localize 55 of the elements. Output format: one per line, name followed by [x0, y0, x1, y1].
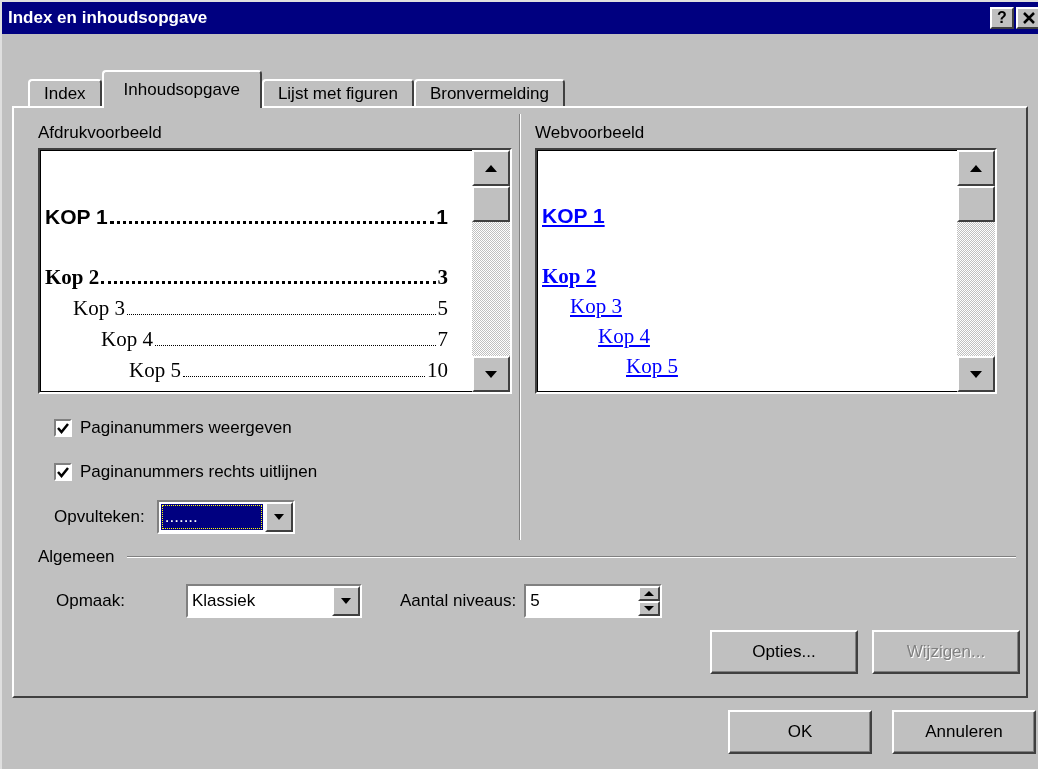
toc-entry: Kop 2: [45, 264, 100, 291]
scroll-down-button[interactable]: [472, 356, 510, 392]
toc-entry: Kop 3: [73, 295, 125, 322]
toc-link[interactable]: KOP 1: [542, 204, 605, 227]
format-dropdown[interactable]: Klassiek: [186, 583, 362, 618]
up-arrow-icon: [485, 164, 497, 172]
scroll-up-button[interactable]: [472, 150, 510, 186]
tab[interactable]: Index: [28, 79, 102, 107]
dropdown-arrow-icon: [273, 514, 284, 520]
page-number: 10: [427, 357, 448, 384]
scrollbar[interactable]: [957, 150, 995, 392]
toc-link[interactable]: Kop 3: [570, 294, 622, 318]
down-arrow-icon: [485, 370, 497, 378]
scroll-up-button[interactable]: [957, 150, 995, 186]
format-label: Opmaak:: [56, 589, 126, 612]
page-number: 1: [436, 204, 448, 230]
ok-button[interactable]: OK: [728, 710, 872, 754]
options-button[interactable]: Opties...: [710, 629, 858, 674]
toc-entry: KOP 1: [45, 204, 108, 230]
close-icon: [1023, 12, 1035, 24]
toc-link[interactable]: Kop 5: [626, 354, 678, 378]
toc-entry: Kop 5: [129, 357, 181, 384]
up-arrow-icon: [644, 590, 655, 596]
leader-label: Opvulteken:: [54, 506, 145, 529]
checkbox[interactable]: [54, 419, 72, 437]
checkbox-label[interactable]: Paginanummers weergeven: [80, 415, 292, 441]
cancel-button[interactable]: Annuleren: [892, 710, 1036, 754]
help-button[interactable]: ?: [990, 7, 1014, 29]
down-arrow-icon: [644, 605, 655, 611]
group-label: Algemeen: [38, 546, 115, 568]
leader-dropdown[interactable]: .......: [156, 500, 295, 534]
dropdown-arrow-icon: [341, 597, 351, 604]
window-title: Index en inhoudsopgave: [8, 7, 209, 30]
up-arrow-icon: [970, 164, 982, 172]
close-button[interactable]: [1016, 7, 1038, 29]
scrollbar[interactable]: [472, 150, 510, 392]
toc-link[interactable]: Kop 2: [542, 264, 597, 288]
scroll-down-button[interactable]: [957, 356, 995, 392]
tab[interactable]: Bronvermelding: [413, 79, 565, 107]
scroll-thumb[interactable]: [472, 186, 510, 222]
scroll-thumb[interactable]: [957, 186, 995, 222]
toc-entry: Kop 4: [101, 326, 153, 353]
tab[interactable]: Inhoudsopgave: [101, 70, 262, 108]
page-number: 3: [437, 264, 448, 291]
checkbox-label[interactable]: Paginanummers rechts uitlijnen: [80, 459, 318, 485]
toc-link[interactable]: Kop 4: [598, 324, 650, 348]
page-number: 5: [437, 295, 448, 322]
tab[interactable]: Lijst met figuren: [261, 79, 414, 107]
levels-spinner[interactable]: 5: [524, 583, 663, 618]
preview-label: Afdrukvoorbeeld: [38, 123, 162, 142]
preview-label: Webvoorbeeld: [535, 123, 645, 142]
checkbox[interactable]: [54, 463, 72, 481]
levels-label: Aantal niveaus:: [400, 589, 517, 612]
page-number: 7: [437, 326, 448, 353]
down-arrow-icon: [970, 370, 982, 378]
